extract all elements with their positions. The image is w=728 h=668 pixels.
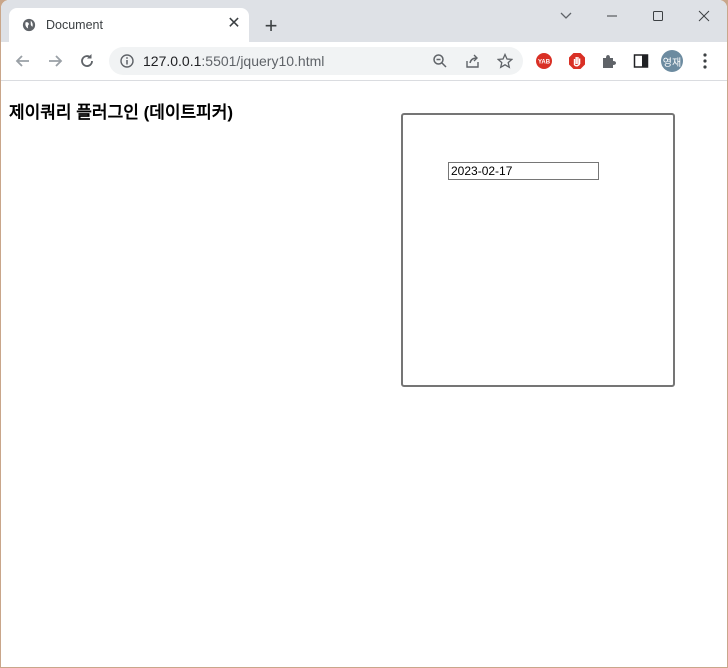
page-heading: 제이쿼리 플러그인 (데이트피커) [9,103,234,122]
title-bar: Document ✕ + [1,0,727,42]
datepicker-container [401,113,675,387]
url-text[interactable]: 127.0.0.1:5501/jquery10.html [143,53,324,69]
browser-toolbar: 127.0.0.1:5501/jquery10.html YAB 영재 [1,42,727,81]
kebab-menu-icon[interactable] [695,51,715,71]
yab-extension-icon[interactable]: YAB [534,51,554,71]
tab-search-chevron-icon[interactable] [543,0,589,32]
share-icon[interactable] [465,53,481,69]
datepicker-input[interactable] [448,162,599,180]
close-window-button[interactable] [681,0,727,32]
forward-button[interactable] [44,50,66,72]
new-tab-button[interactable]: + [259,14,283,38]
reload-icon [81,54,93,67]
minimize-button[interactable] [589,0,635,32]
arrow-right-icon [49,55,63,67]
stop-hand-extension-icon[interactable] [567,51,587,71]
zoom-out-icon[interactable] [432,53,448,69]
address-bar[interactable]: 127.0.0.1:5501/jquery10.html [109,47,523,75]
reload-button[interactable] [76,50,98,72]
browser-window: Document ✕ + 127.0.0.1:5501/jquery10.htm… [1,0,727,667]
maximize-button[interactable] [635,0,681,32]
tab-document[interactable]: Document ✕ [9,8,249,42]
url-path: :5501/jquery10.html [201,53,325,69]
page-content: 제이쿼리 플러그인 (데이트피커) [1,81,727,667]
svg-text:YAB: YAB [538,60,551,66]
url-host: 127.0.0.1 [143,53,202,69]
info-icon[interactable] [120,54,134,68]
globe-icon [22,18,36,32]
tab-title: Document [46,18,103,32]
star-bookmark-icon[interactable] [497,53,513,69]
profile-avatar[interactable]: 영재 [661,50,683,72]
back-button[interactable] [12,50,34,72]
side-panel-icon[interactable] [631,51,651,71]
puzzle-extensions-icon[interactable] [599,51,619,71]
close-tab-icon[interactable]: ✕ [225,15,243,33]
arrow-left-icon [15,55,29,67]
